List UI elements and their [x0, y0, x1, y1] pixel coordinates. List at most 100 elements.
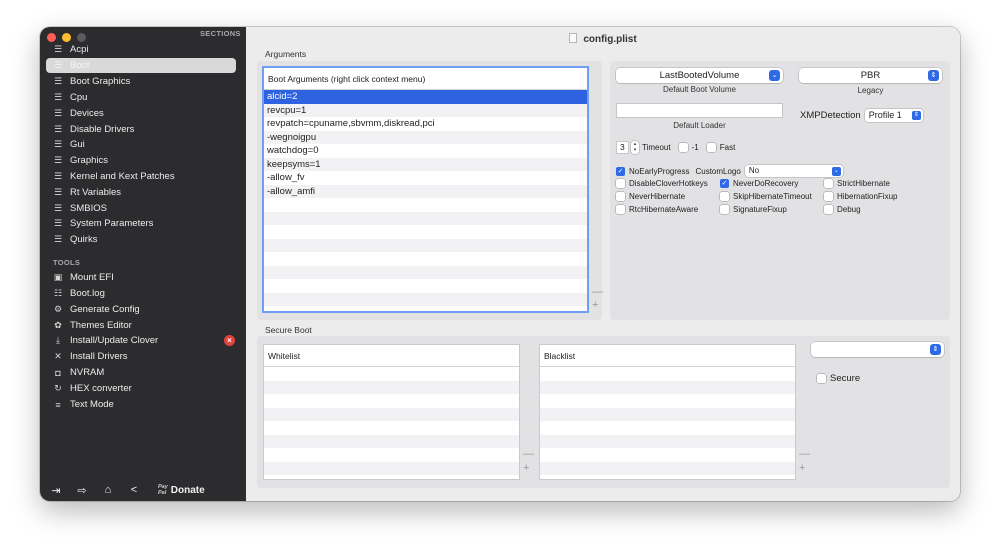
checkbox-disable-clover-hotkeys[interactable]: DisableCloverHotkeys	[616, 179, 708, 188]
sidebar-item-cpu[interactable]: ☰ Cpu	[46, 90, 236, 105]
sidebar-item-label: Devices	[70, 108, 104, 119]
secure-boot-policy-select[interactable]: ⇕	[811, 342, 944, 357]
tool-themes-editor[interactable]: ✿ Themes Editor	[46, 318, 236, 333]
document-icon	[569, 33, 578, 43]
remove-whitelist-button[interactable]: —	[523, 449, 534, 460]
donate-label: Donate	[170, 484, 205, 496]
sign-in-icon[interactable]: ⇥	[50, 484, 62, 497]
no-early-progress-checkbox[interactable]: ✓	[616, 166, 625, 176]
tool-boot-log[interactable]: ☷ Boot.log	[46, 286, 236, 301]
checkbox-skip-hibernate-timeout[interactable]: SkipHibernateTimeout	[720, 192, 812, 201]
sidebar-item-graphics[interactable]: ☰ Graphics	[46, 153, 236, 168]
boot-argument-row[interactable]: watchdog=0	[264, 144, 587, 158]
sidebar-item-devices[interactable]: ☰ Devices	[46, 106, 236, 121]
checkbox-hibernation-fixup[interactable]: HibernationFixup	[824, 192, 897, 201]
tool-generate-config[interactable]: ⚙ Generate Config	[46, 302, 236, 317]
chevron-down-icon: ⌄	[831, 166, 841, 176]
remove-argument-button[interactable]: —	[592, 287, 603, 298]
tool-nvram[interactable]: ◘ NVRAM	[46, 365, 236, 380]
empty-row	[540, 421, 795, 435]
remove-blacklist-button[interactable]: —	[799, 449, 810, 460]
sidebar: SECTIONS ☰ Acpi ☰ Boot ☰ Boot Graphics ☰ Cpu…	[40, 27, 246, 501]
sidebar-item-acpi[interactable]: ☰ Acpi	[46, 42, 236, 57]
sidebar-item-system-parameters[interactable]: ☰ System Parameters	[46, 216, 236, 231]
empty-row	[540, 407, 795, 421]
boot-options-panel: LastBootedVolume ⌄ Default Boot Volume PB…	[610, 61, 950, 320]
boot-argument-row[interactable]: -wegnoigpu	[264, 130, 587, 144]
list-icon: ☰	[53, 187, 63, 197]
minus-one-checkbox[interactable]	[678, 143, 688, 152]
list-icon: ☰	[53, 218, 63, 228]
checkbox-never-do-recovery[interactable]: ✓ NeverDoRecovery	[720, 179, 798, 188]
xmp-detection-label: XMPDetection	[800, 110, 861, 121]
custom-logo-select[interactable]: No ⌄	[744, 165, 843, 177]
checkbox-strict-hibernate[interactable]: StrictHibernate	[824, 179, 890, 188]
minimize-window-button[interactable]	[62, 33, 71, 42]
empty-row	[540, 367, 795, 381]
sidebar-item-rt-variables[interactable]: ☰ Rt Variables	[46, 185, 236, 200]
fast-checkbox[interactable]	[706, 143, 716, 152]
empty-row	[264, 380, 519, 394]
checkbox-signature-fixup[interactable]: SignatureFixup	[720, 205, 787, 214]
checkbox-debug[interactable]: Debug	[824, 205, 861, 214]
donate-button[interactable]: Pay Pal Donate	[158, 484, 205, 496]
tool-install-drivers[interactable]: ✕ Install Drivers	[46, 349, 236, 364]
add-argument-button[interactable]: +	[592, 300, 598, 311]
add-whitelist-button[interactable]: +	[523, 463, 529, 474]
boot-argument-row[interactable]: revcpu=1	[264, 103, 587, 117]
close-window-button[interactable]	[47, 33, 56, 42]
list-icon: ☰	[53, 234, 63, 244]
boot-arguments-list[interactable]: Boot Arguments (right click context menu…	[262, 66, 589, 313]
boot-argument-row[interactable]: keepsyms=1	[264, 157, 587, 171]
blacklist-header: Blacklist	[540, 345, 795, 367]
fast-label: Fast	[719, 143, 736, 152]
add-blacklist-button[interactable]: +	[799, 463, 805, 474]
empty-row	[264, 292, 587, 306]
secure-boot-group-label: Secure Boot	[265, 325, 312, 335]
zoom-window-button[interactable]	[77, 33, 86, 42]
window-controls	[47, 33, 86, 42]
timeout-field[interactable]: 3	[616, 141, 629, 154]
boot-argument-row[interactable]: -allow_amfi	[264, 184, 587, 198]
home-icon[interactable]: ⌂	[102, 484, 114, 496]
sidebar-item-kernel-kext-patches[interactable]: ☰ Kernel and Kext Patches	[46, 169, 236, 184]
sidebar-item-smbios[interactable]: ☰ SMBIOS	[46, 201, 236, 216]
empty-row	[540, 461, 795, 475]
secure-checkbox-row[interactable]: Secure	[817, 373, 860, 384]
boot-argument-row[interactable]: alcid=2	[264, 90, 587, 104]
default-loader-label: Default Loader	[673, 121, 726, 130]
tool-label: Install/Update Clover	[70, 335, 159, 346]
checkbox-never-hibernate[interactable]: NeverHibernate	[616, 192, 685, 201]
default-loader-field[interactable]	[616, 103, 783, 118]
tool-label: Mount EFI	[70, 272, 114, 283]
sidebar-bottom-bar: ⇥ ⇨ ⌂ < Pay Pal Donate	[40, 479, 246, 501]
blacklist-list[interactable]: Blacklist	[539, 344, 796, 480]
xmp-detection-select[interactable]: Profile 1 ⇕	[864, 109, 923, 122]
checkbox-rtc-hibernate-aware[interactable]: RtcHibernateAware	[616, 205, 698, 214]
list-icon: ☰	[53, 124, 63, 134]
empty-row	[264, 265, 587, 279]
sidebar-item-boot[interactable]: ☰ Boot	[46, 58, 236, 73]
tool-label: Themes Editor	[70, 320, 132, 331]
sidebar-item-label: Cpu	[70, 92, 88, 103]
main-content: config.plist Arguments Boot Arguments (r…	[246, 27, 960, 501]
tool-mount-efi[interactable]: ▣ Mount EFI	[46, 270, 236, 285]
legacy-select[interactable]: PBR ⇕	[799, 68, 942, 83]
whitelist-list[interactable]: Whitelist	[263, 344, 520, 480]
boot-argument-row[interactable]: revpatch=cpuname,sbvmm,diskread,pci	[264, 117, 587, 131]
list-icon: ☰	[53, 60, 63, 70]
share-icon[interactable]: <	[128, 484, 140, 496]
timeout-stepper[interactable]: ▴ ▾	[631, 141, 639, 154]
tool-install-update-clover[interactable]: ⤓ Install/Update Clover ×	[46, 333, 236, 348]
export-icon[interactable]: ⇨	[76, 484, 88, 497]
secure-checkbox[interactable]	[817, 374, 826, 383]
error-badge-icon: ×	[224, 335, 235, 346]
tool-hex-converter[interactable]: ↻ HEX converter	[46, 381, 236, 396]
sidebar-item-disable-drivers[interactable]: ☰ Disable Drivers	[46, 122, 236, 137]
sidebar-item-quirks[interactable]: ☰ Quirks	[46, 232, 236, 247]
sidebar-item-boot-graphics[interactable]: ☰ Boot Graphics	[46, 74, 236, 89]
boot-argument-row[interactable]: -allow_fv	[264, 171, 587, 185]
sidebar-item-gui[interactable]: ☰ Gui	[46, 137, 236, 152]
default-boot-volume-select[interactable]: LastBootedVolume ⌄	[616, 68, 783, 83]
tool-text-mode[interactable]: ≡ Text Mode	[46, 397, 236, 412]
